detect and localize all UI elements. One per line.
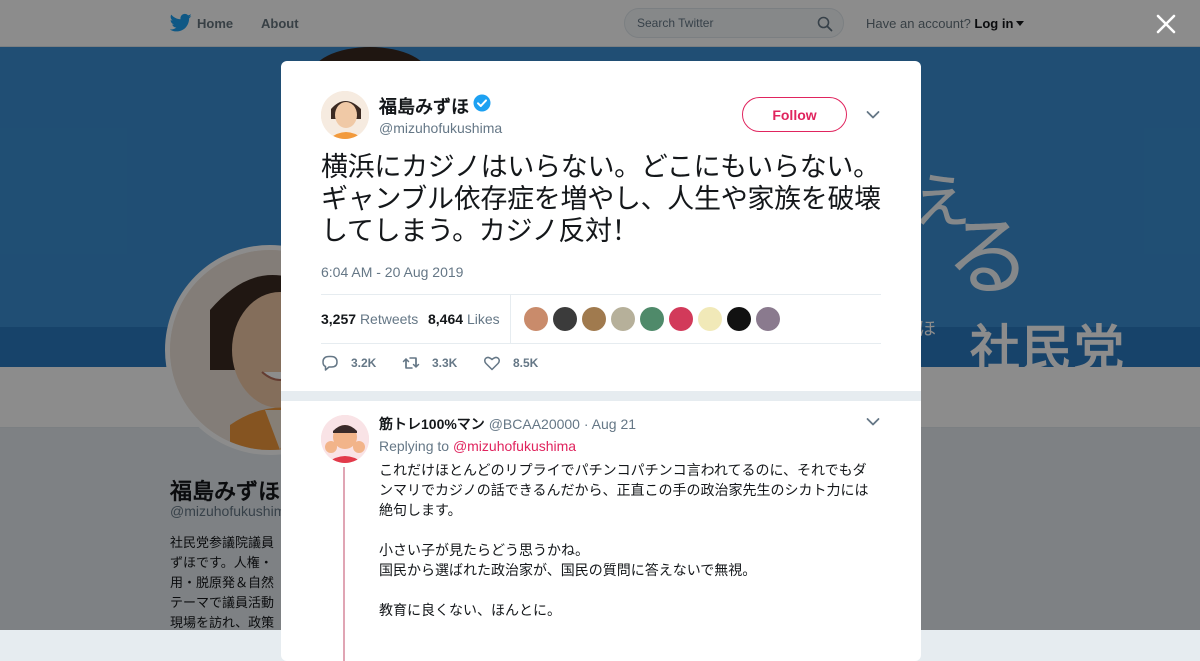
liker-avatar[interactable] <box>698 307 722 331</box>
retweet-stat[interactable]: 3,257 Retweets <box>321 311 418 327</box>
retweet-icon <box>402 357 420 369</box>
reply-paragraph-3: 教育に良くない、ほんとに。 <box>379 603 561 619</box>
reply-paragraph-2-line-1: 小さい子が見たらどう思うかね。 <box>379 543 589 559</box>
reply-header: 筋トレ100%マン @BCAA20000 · Aug 21 <box>379 414 636 434</box>
liker-avatar[interactable] <box>611 307 635 331</box>
reply-blank <box>379 581 879 601</box>
liker-avatar[interactable] <box>524 307 548 331</box>
reply-author-avatar[interactable] <box>321 415 369 463</box>
reply-chevron-down-icon[interactable] <box>866 417 880 427</box>
tweet-stats: 3,257 Retweets 8,464 Likes <box>321 294 881 344</box>
close-icon[interactable] <box>1155 13 1177 35</box>
verified-badge-icon <box>473 94 491 112</box>
reply-author-name[interactable]: 筋トレ100%マン <box>379 416 485 432</box>
reply-thread-line <box>343 467 345 661</box>
tweet-modal: 福島みずほ @mizuhofukushima Follow 横浜にカジノはいらな… <box>281 61 921 661</box>
retweet-count: 3,257 <box>321 311 357 327</box>
like-action-count: 8.5K <box>513 356 539 370</box>
replying-to-mention[interactable]: @mizuhofukushima <box>453 438 576 454</box>
reply-author-handle[interactable]: @BCAA20000 <box>489 416 580 432</box>
tweet-timestamp[interactable]: 6:04 AM - 20 Aug 2019 <box>321 264 463 280</box>
stats-divider <box>510 295 511 343</box>
reply-dot: · <box>583 416 589 432</box>
reply-count: 3.2K <box>351 356 377 370</box>
follow-button[interactable]: Follow <box>742 97 847 132</box>
reply-text: これだけほとんどのリプライでパチンコパチンコ言われてるのに、それでもダンマリでカ… <box>379 461 879 621</box>
reply-avatar-image <box>321 415 369 463</box>
tweet-text: 横浜にカジノはいらない。どこにもいらない。ギャンブル依存症を増やし、人生や家族を… <box>321 152 881 247</box>
replies-separator <box>281 391 921 401</box>
liker-avatar[interactable] <box>669 307 693 331</box>
liker-avatar[interactable] <box>640 307 664 331</box>
author-avatar-photo <box>321 91 369 139</box>
retweet-action-count: 3.3K <box>432 356 458 370</box>
like-action[interactable]: 8.5K <box>483 351 543 375</box>
author-avatar[interactable] <box>321 91 369 139</box>
like-stat[interactable]: 8,464 Likes <box>428 311 500 327</box>
like-count: 8,464 <box>428 311 464 327</box>
reply-paragraph-2-line-2: 国民から選ばれた政治家が、国民の質問に答えないで無視。 <box>379 563 757 579</box>
like-label: Likes <box>466 311 500 327</box>
retweet-action[interactable]: 3.3K <box>402 351 462 375</box>
reply-paragraph-1: これだけほとんどのリプライでパチンコパチンコ言われてるのに、それでもダンマリでカ… <box>379 463 869 519</box>
liker-avatar[interactable] <box>756 307 780 331</box>
replying-to: Replying to @mizuhofukushima <box>379 438 576 454</box>
heart-icon <box>484 356 500 371</box>
author-handle[interactable]: @mizuhofukushima <box>379 120 502 136</box>
liker-avatar[interactable] <box>582 307 606 331</box>
liker-avatar[interactable] <box>727 307 751 331</box>
liker-avatar[interactable] <box>553 307 577 331</box>
author-name[interactable]: 福島みずほ <box>379 93 469 119</box>
reply-action[interactable]: 3.2K <box>321 351 381 375</box>
reply-icon <box>322 355 338 371</box>
chevron-down-icon[interactable] <box>866 110 880 120</box>
reply-date[interactable]: Aug 21 <box>592 416 636 432</box>
replying-to-label: Replying to <box>379 438 450 454</box>
retweet-label: Retweets <box>359 311 419 327</box>
reply-blank <box>379 521 879 541</box>
